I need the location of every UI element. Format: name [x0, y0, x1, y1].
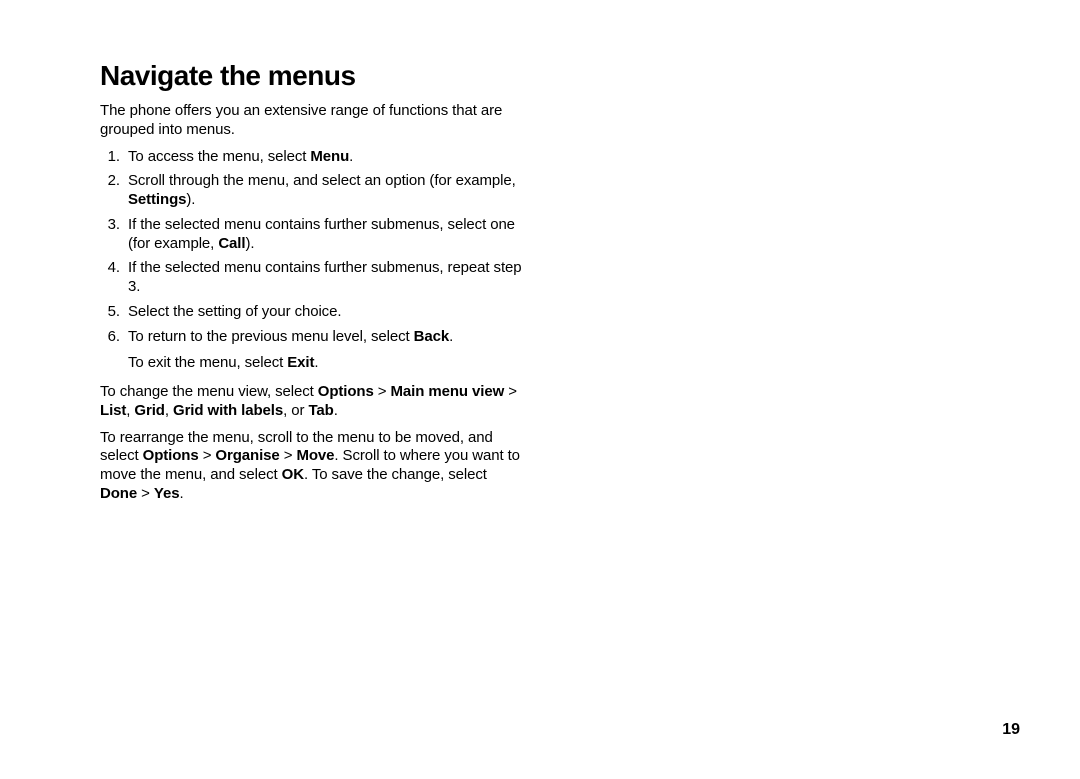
intro-paragraph: The phone offers you an extensive range …: [100, 102, 525, 140]
step-1: To access the menu, select Menu.: [124, 148, 525, 167]
step-5: Select the setting of your choice.: [124, 303, 525, 322]
change-view-paragraph: To change the menu view, select Options …: [100, 383, 525, 421]
step-2: Scroll through the menu, and select an o…: [124, 172, 525, 210]
text-column: Navigate the menus The phone offers you …: [100, 60, 525, 504]
steps-list: To access the menu, select Menu. Scroll …: [100, 148, 525, 347]
step-3: If the selected menu contains further su…: [124, 216, 525, 254]
page: Navigate the menus The phone offers you …: [0, 0, 1080, 779]
page-number: 19: [1002, 721, 1020, 739]
step-4: If the selected menu contains further su…: [124, 259, 525, 297]
rearrange-paragraph: To rearrange the menu, scroll to the men…: [100, 429, 525, 504]
page-title: Navigate the menus: [100, 60, 525, 92]
exit-note: To exit the menu, select Exit.: [128, 354, 525, 373]
step-6: To return to the previous menu level, se…: [124, 328, 525, 347]
